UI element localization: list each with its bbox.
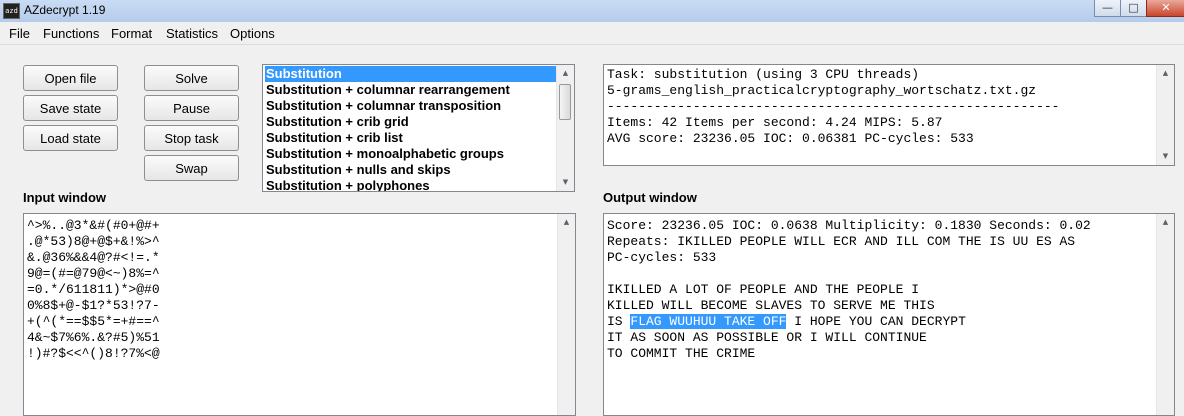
status-line: Task: substitution (using 3 CPU threads): [607, 67, 920, 82]
scroll-thumb[interactable]: [559, 84, 571, 120]
output-line-suffix: I HOPE YOU CAN DECRYPT: [786, 314, 966, 329]
input-line: 9@=(#=@79@<~)8%=^: [27, 266, 160, 281]
maximize-button[interactable]: □: [1120, 0, 1147, 17]
solver-item[interactable]: Substitution + crib list: [265, 130, 556, 146]
solver-item[interactable]: Substitution + monoalphabetic groups: [265, 146, 556, 162]
output-line: KILLED WILL BECOME SLAVES TO SERVE ME TH…: [607, 298, 935, 313]
solver-item[interactable]: Substitution + polyphones: [265, 178, 556, 191]
scroll-up-icon[interactable]: ▲: [557, 65, 574, 82]
solver-item-substitution[interactable]: Substitution: [265, 66, 556, 82]
swap-button[interactable]: Swap: [144, 155, 239, 181]
solver-item[interactable]: Substitution + crib grid: [265, 114, 556, 130]
input-line: 4&~$7%6%.&?#5)%51: [27, 330, 160, 345]
output-window-label: Output window: [603, 190, 697, 205]
solve-button[interactable]: Solve: [144, 65, 239, 91]
output-line: TO COMMIT THE CRIME: [607, 346, 756, 361]
scroll-up-icon[interactable]: ▲: [1157, 65, 1174, 82]
menu-file[interactable]: File: [9, 26, 30, 41]
input-window-label: Input window: [23, 190, 107, 205]
input-line: !)#?$<<^()8!?7%<@: [27, 346, 160, 361]
scroll-up-icon[interactable]: ▲: [1157, 214, 1174, 231]
open-file-button[interactable]: Open file: [23, 65, 118, 91]
output-line: IS FLAG WUUHUU TAKE OFF I HOPE YOU CAN D…: [607, 314, 966, 330]
pause-button[interactable]: Pause: [144, 95, 239, 121]
input-line: ^>%..@3*&#(#0+@#+: [27, 218, 160, 233]
solver-list[interactable]: Substitution Substitution + columnar rea…: [262, 64, 575, 192]
input-textarea[interactable]: ^>%..@3*&#(#0+@#+ .@*53)8@+@$+&!%>^ &.@3…: [23, 213, 576, 416]
status-box[interactable]: Task: substitution (using 3 CPU threads)…: [603, 64, 1175, 166]
output-scrollbar[interactable]: ▲: [1156, 214, 1174, 415]
input-line: +(^(*==$$5*=+#==^: [27, 314, 160, 329]
input-line: &.@36%&&4@?#<!=.*: [27, 250, 160, 265]
window-title: AZdecrypt 1.19: [24, 3, 106, 17]
menu-options[interactable]: Options: [230, 26, 275, 41]
app-icon: azd: [3, 3, 20, 19]
close-button[interactable]: ✕: [1146, 0, 1184, 17]
input-line: =0.*/611811)*>@#0: [27, 282, 160, 297]
selected-text-highlight[interactable]: FLAG WUUHUU TAKE OFF: [630, 314, 787, 329]
minimize-button[interactable]: —: [1094, 0, 1121, 17]
output-line: Repeats: IKILLED PEOPLE WILL ECR AND ILL…: [607, 234, 1076, 249]
status-scrollbar[interactable]: ▲ ▼: [1156, 65, 1174, 165]
output-line: Score: 23236.05 IOC: 0.0638 Multiplicity…: [607, 218, 1091, 233]
solver-list-scrollbar[interactable]: ▲ ▼: [556, 65, 574, 191]
status-line: 5-grams_english_practicalcryptography_wo…: [607, 83, 1037, 98]
solver-item[interactable]: Substitution + columnar transposition: [265, 98, 556, 114]
status-line: ----------------------------------------…: [607, 99, 1060, 114]
scroll-up-icon[interactable]: ▲: [558, 214, 575, 231]
stop-task-button[interactable]: Stop task: [144, 125, 239, 151]
save-state-button[interactable]: Save state: [23, 95, 118, 121]
input-scrollbar[interactable]: ▲: [557, 214, 575, 415]
menu-functions[interactable]: Functions: [43, 26, 99, 41]
output-line: IKILLED A LOT OF PEOPLE AND THE PEOPLE I: [607, 282, 920, 297]
solver-item[interactable]: Substitution + nulls and skips: [265, 162, 556, 178]
scroll-down-icon[interactable]: ▼: [1157, 148, 1174, 165]
input-line: 0%8$+@-$1?*53!?7-: [27, 298, 160, 313]
status-line: Items: 42 Items per second: 4.24 MIPS: 5…: [607, 115, 943, 130]
menu-statistics[interactable]: Statistics: [166, 26, 218, 41]
input-line: .@*53)8@+@$+&!%>^: [27, 234, 160, 249]
status-line: AVG score: 23236.05 IOC: 0.06381 PC-cycl…: [607, 131, 974, 146]
title-bar: azd AZdecrypt 1.19 — □ ✕: [0, 0, 1184, 22]
menu-bar: File Functions Format Statistics Options: [0, 22, 1184, 45]
menu-format[interactable]: Format: [111, 26, 152, 41]
output-textarea[interactable]: Score: 23236.05 IOC: 0.0638 Multiplicity…: [603, 213, 1175, 416]
output-line-prefix: IS: [607, 314, 631, 329]
output-line: PC-cycles: 533: [607, 250, 717, 265]
load-state-button[interactable]: Load state: [23, 125, 118, 151]
output-line: IT AS SOON AS POSSIBLE OR I WILL CONTINU…: [607, 330, 927, 345]
solver-item[interactable]: Substitution + columnar rearrangement: [265, 82, 556, 98]
scroll-down-icon[interactable]: ▼: [557, 174, 574, 191]
